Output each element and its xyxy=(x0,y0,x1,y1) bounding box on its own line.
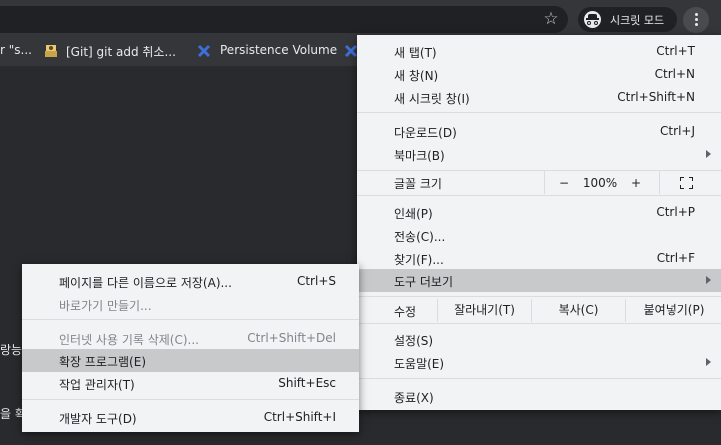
cut-button[interactable]: 잘라내기(T) xyxy=(437,299,531,322)
menu-separator xyxy=(357,323,721,324)
submenu-item-extensions[interactable]: 확장 프로그램(E) xyxy=(22,349,359,372)
menu-item-help[interactable]: 도움말(E) xyxy=(357,351,721,374)
menu-separator xyxy=(22,319,359,320)
incognito-indicator[interactable]: 시크릿 모드 xyxy=(578,7,677,32)
submenu-item-clear-data[interactable]: 인터넷 사용 기록 삭제(C)... Ctrl+Shift+Del xyxy=(22,327,359,350)
more-tools-submenu: 페이지를 다른 이름으로 저장(A)... Ctrl+S 바로가기 만들기...… xyxy=(22,264,359,432)
browser-toolbar: ☆ 시크릿 모드 xyxy=(0,0,721,36)
menu-item-bookmarks[interactable]: 북마크(B) xyxy=(357,143,721,166)
copy-button[interactable]: 복사(C) xyxy=(531,299,625,322)
zoom-out-button[interactable]: − xyxy=(558,176,570,190)
incognito-label: 시크릿 모드 xyxy=(610,14,665,27)
zoom-divider xyxy=(544,171,545,194)
paste-button[interactable]: 붙여넣기(P) xyxy=(625,299,721,322)
bookmark-item[interactable]: Persistence Volume xyxy=(220,43,337,57)
menu-separator xyxy=(357,378,721,379)
menu-item-new-tab[interactable]: 새 탭(T) Ctrl+T xyxy=(357,40,721,63)
submenu-item-dev-tools[interactable]: 개발자 도구(D) Ctrl+Shift+I xyxy=(22,406,359,429)
star-icon[interactable]: ☆ xyxy=(541,9,561,29)
bookmark-item[interactable]: [Git] git add 취소... xyxy=(66,43,176,60)
zoom-divider xyxy=(659,171,660,194)
menu-separator xyxy=(357,112,721,113)
menu-item-new-incognito[interactable]: 새 시크릿 창(I) Ctrl+Shift+N xyxy=(357,86,721,109)
menu-item-find[interactable]: 찾기(F)... Ctrl+F xyxy=(357,247,721,270)
incognito-icon xyxy=(584,11,601,28)
page-text: 랑능 xyxy=(0,343,23,357)
zoom-in-button[interactable]: + xyxy=(630,176,642,190)
menu-item-more-tools[interactable]: 도구 더보기 xyxy=(357,269,721,292)
address-bar[interactable] xyxy=(0,6,568,33)
submenu-item-task-manager[interactable]: 작업 관리자(T) Shift+Esc xyxy=(22,372,359,395)
fullscreen-icon[interactable] xyxy=(680,177,693,189)
submenu-arrow-icon xyxy=(706,358,711,366)
bookmark-item[interactable]: r "s... xyxy=(0,43,32,57)
folder-bookmark-icon xyxy=(45,45,57,57)
menu-item-cast[interactable]: 전송(C)... xyxy=(357,224,721,247)
menu-item-settings[interactable]: 설정(S) xyxy=(357,328,721,351)
menu-separator xyxy=(357,195,721,196)
menu-separator xyxy=(357,296,721,297)
submenu-arrow-icon xyxy=(706,150,711,158)
submenu-arrow-icon xyxy=(706,276,711,284)
kubernetes-bookmark-icon xyxy=(344,44,358,58)
menu-item-zoom: 글꼴 크기 xyxy=(394,177,442,191)
menu-item-print[interactable]: 인쇄(P) Ctrl+P xyxy=(357,201,721,224)
submenu-item-create-shortcut[interactable]: 바로가기 만들기... xyxy=(22,293,359,316)
zoom-level: 100% xyxy=(582,176,618,190)
menu-item-downloads[interactable]: 다운로드(D) Ctrl+J xyxy=(357,120,721,143)
menu-separator xyxy=(22,399,359,400)
menu-item-exit[interactable]: 종료(X) xyxy=(357,385,721,408)
submenu-item-save-page[interactable]: 페이지를 다른 이름으로 저장(A)... Ctrl+S xyxy=(22,270,359,293)
kebab-menu-icon[interactable] xyxy=(683,7,709,33)
kubernetes-bookmark-icon xyxy=(197,44,211,58)
menu-item-new-window[interactable]: 새 창(N) Ctrl+N xyxy=(357,63,721,86)
